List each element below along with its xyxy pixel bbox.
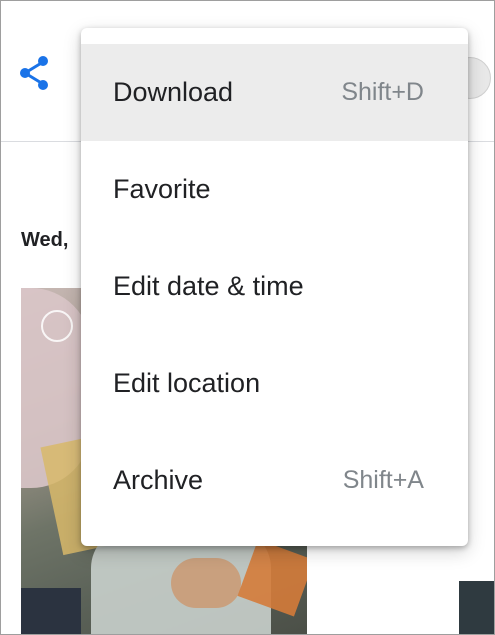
menu-item-label: Download: [113, 77, 234, 107]
adjacent-photo-thumbnail[interactable]: [459, 581, 494, 634]
menu-item-download[interactable]: Download Shift+D: [81, 44, 468, 141]
app-window: Wed, Download Shift+D Favorite Edit date…: [0, 0, 495, 635]
menu-item-label: Edit location: [113, 368, 261, 398]
menu-item-favorite[interactable]: Favorite: [81, 141, 468, 238]
menu-item-edit-location[interactable]: Edit location: [81, 335, 468, 432]
menu-item-label: Edit date & time: [113, 271, 304, 301]
menu-item-archive[interactable]: Archive Shift+A: [81, 432, 468, 529]
more-options-menu: Download Shift+D Favorite Edit date & ti…: [81, 28, 468, 546]
share-button[interactable]: [13, 53, 57, 97]
menu-item-label: Favorite: [113, 174, 211, 204]
menu-item-edit-date-time[interactable]: Edit date & time: [81, 238, 468, 335]
share-icon: [17, 53, 53, 98]
select-photo-checkbox[interactable]: [41, 310, 73, 342]
menu-item-shortcut: Shift+D: [341, 78, 424, 106]
menu-item-label: Archive: [113, 465, 204, 495]
menu-item-shortcut: Shift+A: [342, 466, 424, 494]
date-heading: Wed,: [21, 229, 69, 251]
